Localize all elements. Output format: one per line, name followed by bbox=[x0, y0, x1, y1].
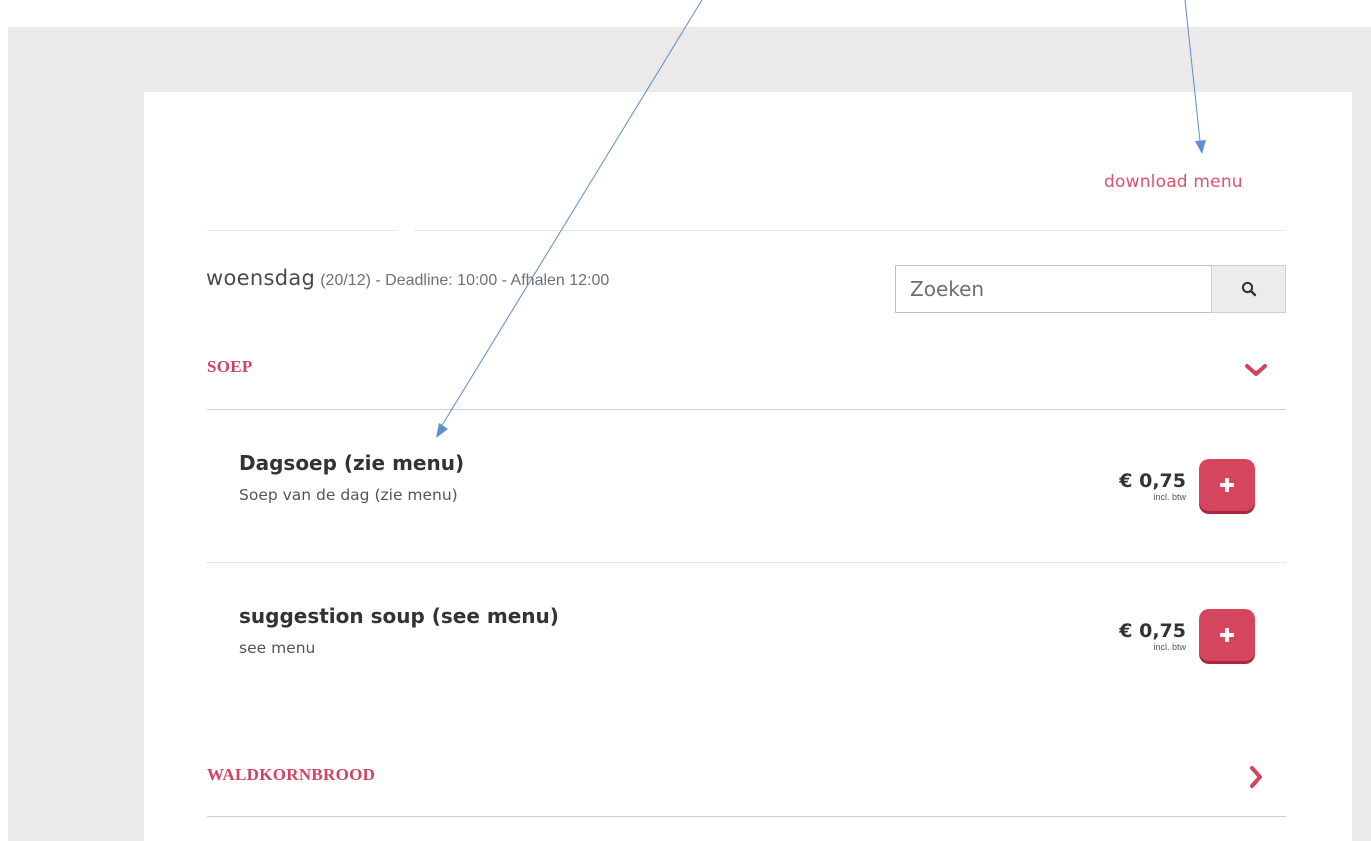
add-to-cart-button[interactable] bbox=[1199, 459, 1255, 511]
menu-item-name: suggestion soup (see menu) bbox=[239, 604, 559, 628]
menu-item-price: € 0,75 incl. btw bbox=[1108, 620, 1186, 652]
category-waldkornbrood-title[interactable]: WALDKORNBROOD bbox=[207, 765, 375, 785]
chevron-right-icon bbox=[1250, 766, 1262, 788]
price-value: € 0,75 bbox=[1119, 620, 1186, 642]
search-input[interactable] bbox=[895, 265, 1211, 313]
category-waldkornbrood-toggle[interactable] bbox=[1241, 762, 1271, 792]
price-value: € 0,75 bbox=[1119, 470, 1186, 492]
menu-item-name: Dagsoep (zie menu) bbox=[239, 451, 465, 475]
plus-icon bbox=[1220, 628, 1234, 642]
menu-item-description: see menu bbox=[239, 639, 316, 657]
category-soep-toggle[interactable] bbox=[1241, 355, 1271, 385]
day-details: (20/12) - Deadline: 10:00 - Afhalen 12:0… bbox=[320, 272, 610, 289]
category-divider bbox=[207, 409, 1286, 410]
tab-divider bbox=[414, 230, 1286, 231]
download-menu-link[interactable]: download menu bbox=[1104, 172, 1243, 192]
chevron-down-icon bbox=[1245, 364, 1267, 376]
category-divider bbox=[207, 816, 1286, 817]
menu-item-description: Soep van de dag (zie menu) bbox=[239, 486, 458, 504]
search-button[interactable] bbox=[1211, 265, 1286, 313]
tab-divider bbox=[207, 230, 398, 231]
add-to-cart-button[interactable] bbox=[1199, 609, 1255, 661]
price-note: incl. btw bbox=[1153, 492, 1186, 502]
search-icon bbox=[1241, 281, 1256, 297]
category-soep-title[interactable]: SOEP bbox=[207, 357, 253, 377]
price-note: incl. btw bbox=[1153, 642, 1186, 652]
page: download menu woensdag (20/12) - Deadlin… bbox=[0, 0, 1371, 841]
plus-icon bbox=[1220, 478, 1234, 492]
item-divider bbox=[207, 562, 1286, 563]
menu-item-price: € 0,75 incl. btw bbox=[1108, 470, 1186, 502]
day-name: woensdag bbox=[206, 266, 316, 290]
day-header: woensdag (20/12) - Deadline: 10:00 - Afh… bbox=[206, 266, 609, 290]
